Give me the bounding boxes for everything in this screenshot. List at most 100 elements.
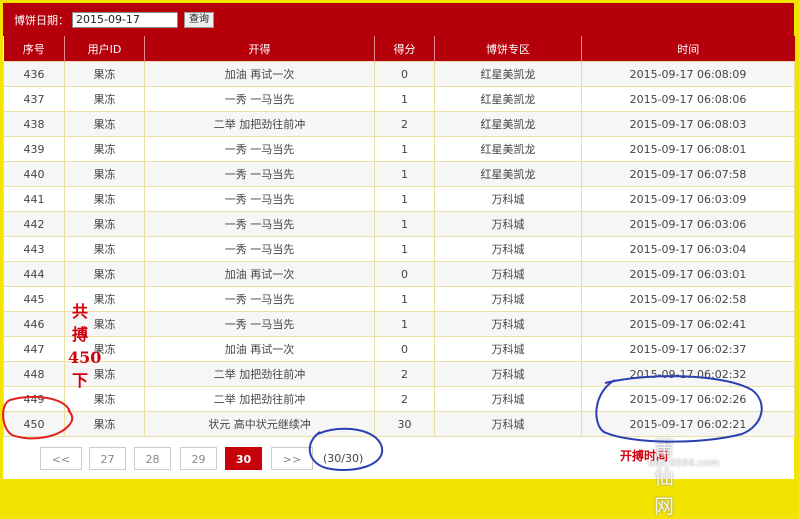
col-header-zone: 博饼专区 — [434, 36, 582, 62]
cell-time: 2015-09-17 06:02:26 — [581, 386, 795, 412]
table-row: 448 果冻 二举 加把劲往前冲 2 万科城 2015-09-17 06:02:32 — [3, 361, 795, 387]
table-row: 445 果冻 一秀 一马当先 1 万科城 2015-09-17 06:02:58 — [3, 286, 795, 312]
cell-score: 2 — [374, 111, 435, 137]
cell-result: 一秀 一马当先 — [144, 186, 375, 212]
cell-index: 448 — [3, 361, 65, 387]
cell-result: 二举 加把劲往前冲 — [144, 361, 375, 387]
cell-score: 2 — [374, 361, 435, 387]
cell-time: 2015-09-17 06:08:06 — [581, 86, 795, 112]
cell-time: 2015-09-17 06:08:09 — [581, 61, 795, 87]
total-count-annotation: 共 搏 450 下 — [68, 300, 101, 392]
table-row: 436 果冻 加油 再试一次 0 红星美凯龙 2015-09-17 06:08:09 — [3, 61, 795, 87]
watermark-logo: 莆仙网 — [654, 436, 676, 518]
cell-score: 1 — [374, 136, 435, 162]
table-body: 436 果冻 加油 再试一次 0 红星美凯龙 2015-09-17 06:08:09 437… — [3, 61, 795, 437]
cell-index: 440 — [3, 161, 65, 187]
cell-score: 1 — [374, 186, 435, 212]
cell-time: 2015-09-17 06:03:04 — [581, 236, 795, 262]
cell-index: 442 — [3, 211, 65, 237]
cell-result: 二举 加把劲往前冲 — [144, 386, 375, 412]
cell-score: 2 — [374, 386, 435, 412]
cell-result: 一秀 一马当先 — [144, 136, 375, 162]
cell-zone: 万科城 — [434, 186, 582, 212]
page-button-27[interactable]: 27 — [89, 447, 126, 470]
cell-user-id: 果冻 — [64, 86, 145, 112]
col-header-time: 时间 — [581, 36, 795, 62]
cell-time: 2015-09-17 06:02:58 — [581, 286, 795, 312]
cell-zone: 万科城 — [434, 261, 582, 287]
table-row: 438 果冻 二举 加把劲往前冲 2 红星美凯龙 2015-09-17 06:08:03 — [3, 111, 795, 137]
cell-time: 2015-09-17 06:02:41 — [581, 311, 795, 337]
watermark-url: bbs.0594.com — [648, 458, 720, 469]
cell-zone: 万科城 — [434, 236, 582, 262]
cell-user-id: 果冻 — [64, 61, 145, 87]
cell-result: 加油 再试一次 — [144, 261, 375, 287]
cell-time: 2015-09-17 06:03:01 — [581, 261, 795, 287]
table-row: 449 果冻 二举 加把劲往前冲 2 万科城 2015-09-17 06:02:26 — [3, 386, 795, 412]
table-row: 437 果冻 一秀 一马当先 1 红星美凯龙 2015-09-17 06:08:06 — [3, 86, 795, 112]
cell-score: 1 — [374, 86, 435, 112]
cell-user-id: 果冻 — [64, 261, 145, 287]
annotation-char: 共 — [71, 302, 88, 321]
cell-score: 1 — [374, 211, 435, 237]
cell-index: 439 — [3, 136, 65, 162]
cell-user-id: 果冻 — [64, 186, 145, 212]
page-info: (30/30) — [323, 452, 364, 465]
cell-result: 一秀 一马当先 — [144, 286, 375, 312]
cell-user-id: 果冻 — [64, 161, 145, 187]
table-row: 444 果冻 加油 再试一次 0 万科城 2015-09-17 06:03:01 — [3, 261, 795, 287]
cell-result: 二举 加把劲往前冲 — [144, 111, 375, 137]
cell-result: 一秀 一马当先 — [144, 86, 375, 112]
cell-time: 2015-09-17 06:03:09 — [581, 186, 795, 212]
table-row: 440 果冻 一秀 一马当先 1 红星美凯龙 2015-09-17 06:07:58 — [3, 161, 795, 187]
col-header-index: 序号 — [3, 36, 65, 62]
col-header-user-id: 用户ID — [64, 36, 145, 62]
cell-time: 2015-09-17 06:08:03 — [581, 111, 795, 137]
date-input[interactable] — [72, 11, 178, 28]
cell-index: 445 — [3, 286, 65, 312]
cell-zone: 万科城 — [434, 286, 582, 312]
annotation-char: 下 — [71, 371, 88, 390]
cell-time: 2015-09-17 06:02:21 — [581, 411, 795, 437]
cell-time: 2015-09-17 06:02:32 — [581, 361, 795, 387]
cell-score: 1 — [374, 311, 435, 337]
main-panel: 博饼日期： 查询 序号 用户ID 开得 得分 博饼专区 时间 436果冻加油 再… — [3, 3, 795, 479]
cell-score: 0 — [374, 261, 435, 287]
date-filter-label: 博饼日期： — [14, 13, 69, 27]
cell-zone: 万科城 — [434, 361, 582, 387]
next-page-button[interactable]: >> — [271, 447, 313, 470]
cell-score: 1 — [374, 161, 435, 187]
cell-index: 450 — [3, 411, 65, 437]
page-button-30-current[interactable]: 30 — [225, 447, 262, 470]
page-button-28[interactable]: 28 — [134, 447, 171, 470]
table-row: 443 果冻 一秀 一马当先 1 万科城 2015-09-17 06:03:04 — [3, 236, 795, 262]
table-row: 441 果冻 一秀 一马当先 1 万科城 2015-09-17 06:03:09 — [3, 186, 795, 212]
cell-score: 0 — [374, 336, 435, 362]
cell-zone: 红星美凯龙 — [434, 136, 582, 162]
cell-index: 437 — [3, 86, 65, 112]
table-row: 446 果冻 一秀 一马当先 1 万科城 2015-09-17 06:02:41 — [3, 311, 795, 337]
cell-index: 447 — [3, 336, 65, 362]
cell-score: 1 — [374, 236, 435, 262]
table-row: 447 果冻 加油 再试一次 0 万科城 2015-09-17 06:02:37 — [3, 336, 795, 362]
cell-index: 441 — [3, 186, 65, 212]
cell-zone: 红星美凯龙 — [434, 111, 582, 137]
prev-page-button[interactable]: << — [40, 447, 82, 470]
cell-user-id: 果冻 — [64, 111, 145, 137]
cell-user-id: 果冻 — [64, 236, 145, 262]
cell-zone: 红星美凯龙 — [434, 161, 582, 187]
cell-result: 一秀 一马当先 — [144, 161, 375, 187]
cell-result: 一秀 一马当先 — [144, 311, 375, 337]
cell-index: 444 — [3, 261, 65, 287]
cell-zone: 红星美凯龙 — [434, 86, 582, 112]
cell-zone: 万科城 — [434, 311, 582, 337]
cell-index: 443 — [3, 236, 65, 262]
query-button[interactable]: 查询 — [184, 11, 214, 28]
cell-result: 一秀 一马当先 — [144, 211, 375, 237]
cell-time: 2015-09-17 06:03:06 — [581, 211, 795, 237]
page-button-29[interactable]: 29 — [180, 447, 217, 470]
cell-user-id: 果冻 — [64, 211, 145, 237]
cell-result: 加油 再试一次 — [144, 61, 375, 87]
cell-result: 状元 高中状元继续冲 — [144, 411, 375, 437]
cell-zone: 万科城 — [434, 411, 582, 437]
